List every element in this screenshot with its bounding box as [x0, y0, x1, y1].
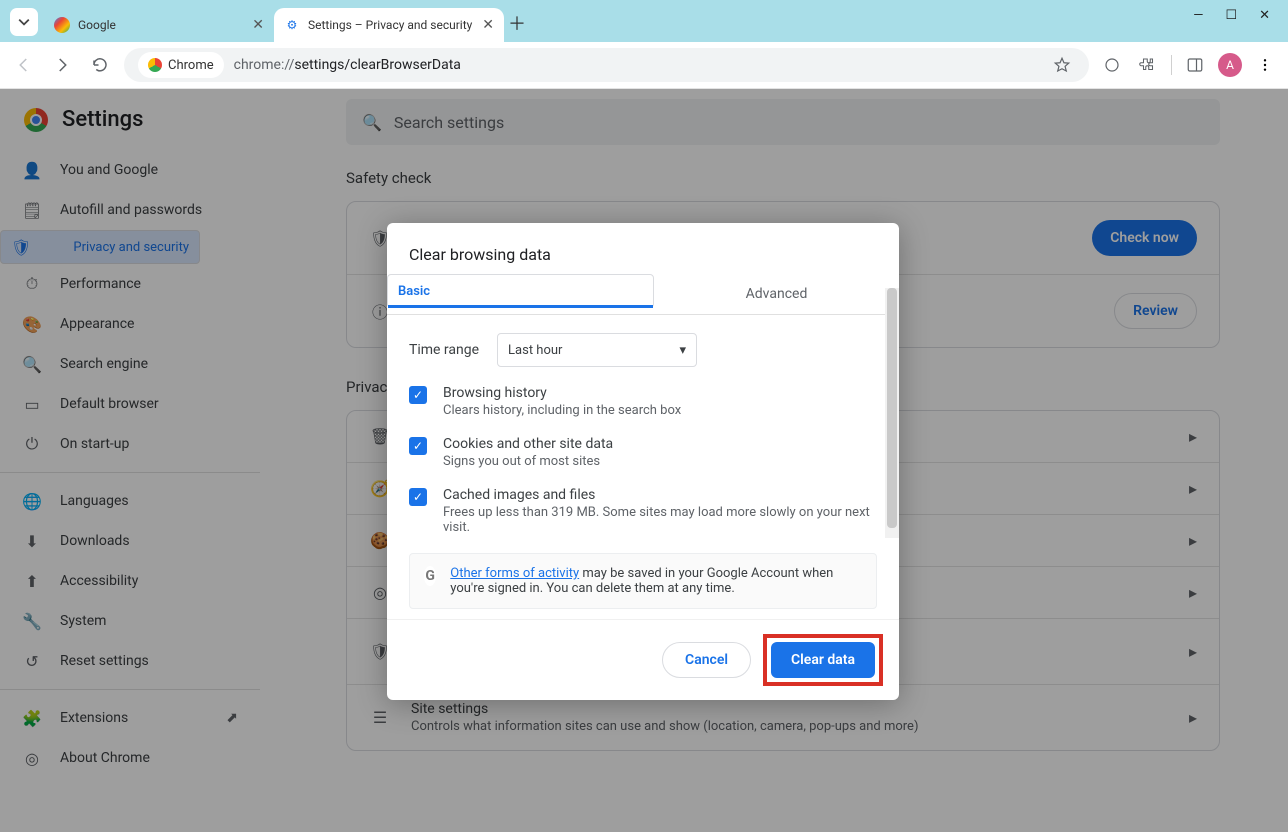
checkbox-checked-icon[interactable]: ✓	[409, 437, 427, 455]
profile-avatar[interactable]: A	[1218, 53, 1242, 77]
time-range-value: Last hour	[508, 343, 562, 358]
arrow-left-icon	[15, 56, 33, 74]
tab-google[interactable]: Google ✕	[44, 8, 274, 42]
other-activity-info: G Other forms of activity may be saved i…	[409, 553, 877, 609]
puzzle-icon	[1139, 56, 1157, 74]
option-cookies[interactable]: ✓ Cookies and other site dataSigns you o…	[409, 436, 877, 469]
forward-button[interactable]	[48, 51, 76, 79]
kebab-icon	[1257, 57, 1273, 73]
maximize-button[interactable]: ☐	[1225, 8, 1237, 23]
dialog-tabs: Basic Advanced	[387, 274, 899, 315]
gear-icon: ⚙	[284, 17, 300, 33]
minimize-button[interactable]: —	[1193, 8, 1203, 23]
dialog-button-row: Cancel Clear data	[387, 619, 899, 700]
gemini-button[interactable]	[1099, 52, 1125, 78]
google-logo-icon: G	[424, 566, 436, 586]
other-activity-link[interactable]: Other forms of activity	[450, 566, 579, 581]
chip-label: Chrome	[168, 58, 214, 73]
extensions-button[interactable]	[1135, 52, 1161, 78]
omnibox[interactable]: Chrome chrome://settings/clearBrowserDat…	[124, 48, 1089, 82]
close-window-button[interactable]: ✕	[1259, 8, 1270, 23]
back-button[interactable]	[10, 51, 38, 79]
dropdown-icon: ▾	[680, 343, 687, 358]
option-cache[interactable]: ✓ Cached images and filesFrees up less t…	[409, 487, 877, 535]
time-range-label: Time range	[409, 342, 479, 358]
time-range-row: Time range Last hour ▾	[409, 333, 877, 367]
tab-basic[interactable]: Basic	[387, 274, 654, 308]
checkbox-checked-icon[interactable]: ✓	[409, 386, 427, 404]
site-chip[interactable]: Chrome	[138, 52, 224, 78]
panel-icon	[1186, 56, 1204, 74]
google-favicon	[54, 17, 70, 33]
sidepanel-button[interactable]	[1182, 52, 1208, 78]
tab-title: Settings – Privacy and security	[308, 18, 474, 32]
bookmark-button[interactable]	[1049, 52, 1075, 78]
tab-advanced[interactable]: Advanced	[654, 274, 899, 314]
app-menu-button[interactable]	[1252, 52, 1278, 78]
reload-button[interactable]	[86, 51, 114, 79]
browser-toolbar: Chrome chrome://settings/clearBrowserDat…	[0, 42, 1288, 89]
chrome-logo-icon	[148, 58, 162, 72]
browser-tabstrip: Google ✕ ⚙ Settings – Privacy and securi…	[0, 0, 1288, 42]
new-tab-button[interactable]: ＋	[504, 10, 530, 42]
tab-close-button[interactable]: ✕	[252, 17, 264, 33]
tab-close-button[interactable]: ✕	[482, 17, 494, 33]
cancel-button[interactable]: Cancel	[662, 642, 751, 678]
checkbox-checked-icon[interactable]: ✓	[409, 488, 427, 506]
clear-data-highlight: Clear data	[763, 634, 883, 686]
chevron-down-icon	[18, 16, 30, 28]
reload-icon	[91, 56, 109, 74]
clear-browsing-data-dialog: Clear browsing data Basic Advanced Time …	[387, 223, 899, 700]
star-icon	[1053, 56, 1071, 74]
sparkle-icon	[1103, 56, 1121, 74]
tab-search-button[interactable]	[10, 8, 38, 36]
window-controls: — ☐ ✕	[1179, 0, 1284, 30]
dialog-body: Time range Last hour ▾ ✓ Browsing histor…	[387, 315, 899, 619]
url-text: chrome://settings/clearBrowserData	[234, 57, 1039, 73]
time-range-select[interactable]: Last hour ▾	[497, 333, 697, 367]
arrow-right-icon	[53, 56, 71, 74]
tab-settings[interactable]: ⚙ Settings – Privacy and security ✕	[274, 8, 504, 42]
dialog-title: Clear browsing data	[387, 223, 899, 274]
tab-title: Google	[78, 18, 244, 32]
clear-data-button[interactable]: Clear data	[771, 642, 875, 678]
option-browsing-history[interactable]: ✓ Browsing historyClears history, includ…	[409, 385, 877, 418]
